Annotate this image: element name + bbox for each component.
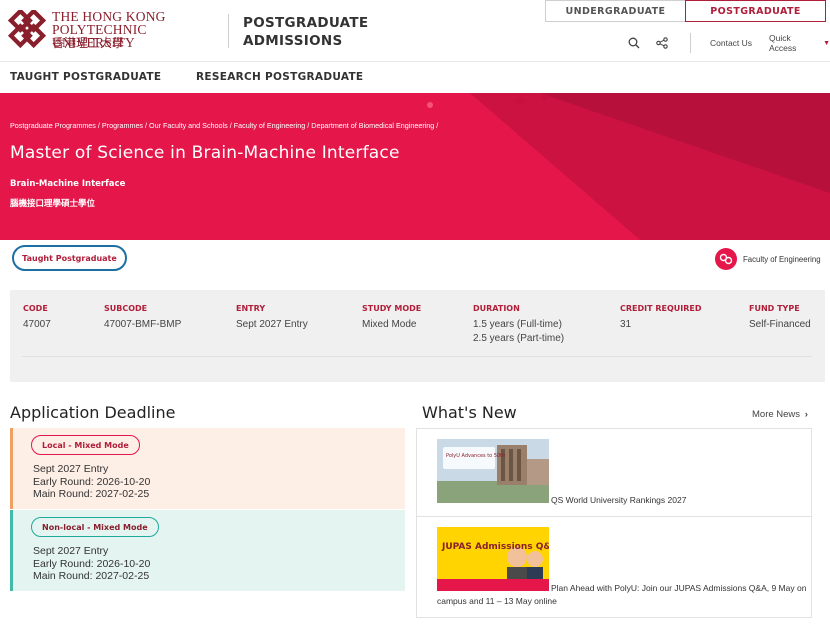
faculty-name: Faculty of Engineering: [743, 254, 821, 264]
faculty-engineering-icon: [715, 248, 737, 270]
deadline-card-local: Local - Mixed Mode Sept 2027 Entry Early…: [10, 428, 405, 509]
chevron-down-icon: ▼: [823, 39, 830, 47]
contact-us-link[interactable]: Contact Us: [710, 34, 752, 52]
subcode-value: 47007-BMF-BMP: [104, 319, 182, 330]
hero-background-decoration: [427, 93, 830, 240]
header-divider: [228, 14, 229, 48]
news-caption-jupas[interactable]: Plan Ahead with PolyU: Join our JUPAS Ad…: [437, 582, 807, 608]
code-value: 47007: [23, 319, 51, 330]
breadcrumb-faculty-of-engineering[interactable]: Faculty of Engineering /: [234, 121, 310, 130]
info-code: CODE 47007: [23, 304, 51, 332]
search-icon: [628, 37, 640, 49]
quick-access-menu[interactable]: Quick Access ▼: [769, 33, 830, 53]
breadcrumb-programmes[interactable]: Programmes /: [102, 121, 147, 130]
breadcrumb-faculty-and-schools[interactable]: Our Faculty and Schools /: [149, 121, 232, 130]
programme-hero: Postgraduate Programmes / Programmes / O…: [0, 93, 830, 240]
share-button[interactable]: [656, 34, 668, 52]
more-news-label: More News: [752, 409, 801, 420]
info-duration: DURATION 1.5 years (Full-time) 2.5 years…: [473, 304, 564, 346]
application-deadline-heading: Application Deadline: [10, 403, 176, 422]
polyu-logo[interactable]: THE HONG KONG POLYTECHNIC UNIVERSITY 香港理…: [8, 8, 228, 54]
info-entry: ENTRY Sept 2027 Entry: [236, 304, 308, 332]
news-list: PolyU Advances to 50th QS World Universi…: [416, 428, 812, 618]
local-entry: Sept 2027 Entry: [33, 463, 109, 475]
search-button[interactable]: [628, 34, 640, 52]
study-mode-label: STUDY MODE: [362, 304, 422, 313]
entry-value: Sept 2027 Entry: [236, 319, 308, 330]
news-caption-qs-rankings[interactable]: QS World University Rankings 2027: [551, 495, 686, 505]
more-news-link[interactable]: More News ›: [752, 409, 808, 420]
credit-label: CREDIT REQUIRED: [620, 304, 702, 313]
site-title[interactable]: POSTGRADUATE ADMISSIONS: [243, 14, 368, 50]
taught-postgraduate-tag[interactable]: Taught Postgraduate: [12, 245, 127, 271]
tab-undergraduate[interactable]: UNDERGRADUATE: [545, 0, 685, 22]
nonlocal-deadline-details: Sept 2027 Entry Early Round: 2026-10-20 …: [33, 545, 150, 583]
quick-access-label: Quick Access: [769, 33, 797, 53]
programme-subtitle-zh: 腦機接口理學碩士學位: [10, 199, 96, 209]
local-main-round: Main Round: 2027-02-25: [33, 488, 150, 500]
programme-info-panel: CODE 47007 SUBCODE 47007-BMF-BMP ENTRY S…: [10, 290, 825, 382]
util-divider: [690, 33, 691, 53]
university-name-zh: 香港理工大學: [52, 36, 125, 50]
local-deadline-details: Sept 2027 Entry Early Round: 2026-10-20 …: [33, 463, 150, 501]
local-early-round: Early Round: 2026-10-20: [33, 475, 151, 488]
local-mode-badge: Local - Mixed Mode: [31, 435, 140, 455]
info-credit: CREDIT REQUIRED 31: [620, 304, 702, 332]
nonlocal-main-round: Main Round: 2027-02-25: [33, 570, 150, 582]
main-nav: TAUGHT POSTGRADUATE RESEARCH POSTGRADUAT…: [0, 63, 830, 93]
site-title-line1: POSTGRADUATE: [243, 15, 369, 31]
polyu-logo-mark-icon: [8, 10, 46, 49]
breadcrumb: Postgraduate Programmes / Programmes / O…: [10, 121, 438, 130]
fund-type-value: Self-Financed: [749, 319, 811, 330]
news-thumbnail-qs-image: PolyU Advances to 50th: [437, 439, 549, 503]
code-label: CODE: [23, 304, 48, 313]
nonlocal-mode-badge: Non-local - Mixed Mode: [31, 517, 159, 537]
site-header: THE HONG KONG POLYTECHNIC UNIVERSITY 香港理…: [0, 0, 830, 62]
chevron-right-icon: ›: [804, 409, 808, 420]
credit-value: 31: [620, 319, 632, 330]
subcode-label: SUBCODE: [104, 304, 148, 313]
info-fund-type: FUND TYPE Self-Financed: [749, 304, 811, 332]
news-thumbnail-qs-rankings[interactable]: PolyU Advances to 50th: [437, 439, 549, 503]
breadcrumb-biomedical-engineering[interactable]: Department of Biomedical Engineering /: [311, 121, 438, 130]
duration-label: DURATION: [473, 304, 520, 313]
info-subcode: SUBCODE 47007-BMF-BMP: [104, 304, 181, 332]
page-title: Master of Science in Brain-Machine Inter…: [10, 143, 400, 163]
news-thumb2-text: JUPAS Admissions Q&A: [441, 542, 549, 552]
nonlocal-early-round: Early Round: 2026-10-20: [33, 557, 151, 570]
nonlocal-entry: Sept 2027 Entry: [33, 545, 109, 557]
programme-subtitle-en: Brain-Machine Interface: [10, 179, 126, 189]
site-title-line2: ADMISSIONS: [243, 33, 343, 49]
news-thumb1-text: PolyU Advances to 50th: [446, 453, 505, 459]
whats-new-heading: What's New: [422, 403, 517, 422]
deadline-card-nonlocal: Non-local - Mixed Mode Sept 2027 Entry E…: [10, 510, 405, 591]
breadcrumb-postgraduate-programmes[interactable]: Postgraduate Programmes /: [10, 121, 100, 130]
info-study-mode: STUDY MODE Mixed Mode: [362, 304, 421, 332]
duration-part-time: 2.5 years (Part-time): [473, 333, 565, 344]
level-tabs: UNDERGRADUATE POSTGRADUATE: [545, 0, 826, 22]
tab-postgraduate[interactable]: POSTGRADUATE: [685, 0, 826, 22]
nav-taught-postgraduate[interactable]: TAUGHT POSTGRADUATE: [10, 71, 161, 83]
fund-type-label: FUND TYPE: [749, 304, 800, 313]
study-mode-value: Mixed Mode: [362, 319, 417, 330]
duration-full-time: 1.5 years (Full-time): [473, 319, 562, 330]
nav-research-postgraduate[interactable]: RESEARCH POSTGRADUATE: [196, 71, 363, 83]
info-divider: [22, 356, 812, 357]
share-icon: [656, 37, 668, 49]
entry-label: ENTRY: [236, 304, 266, 313]
faculty-link[interactable]: Faculty of Engineering: [715, 248, 821, 270]
